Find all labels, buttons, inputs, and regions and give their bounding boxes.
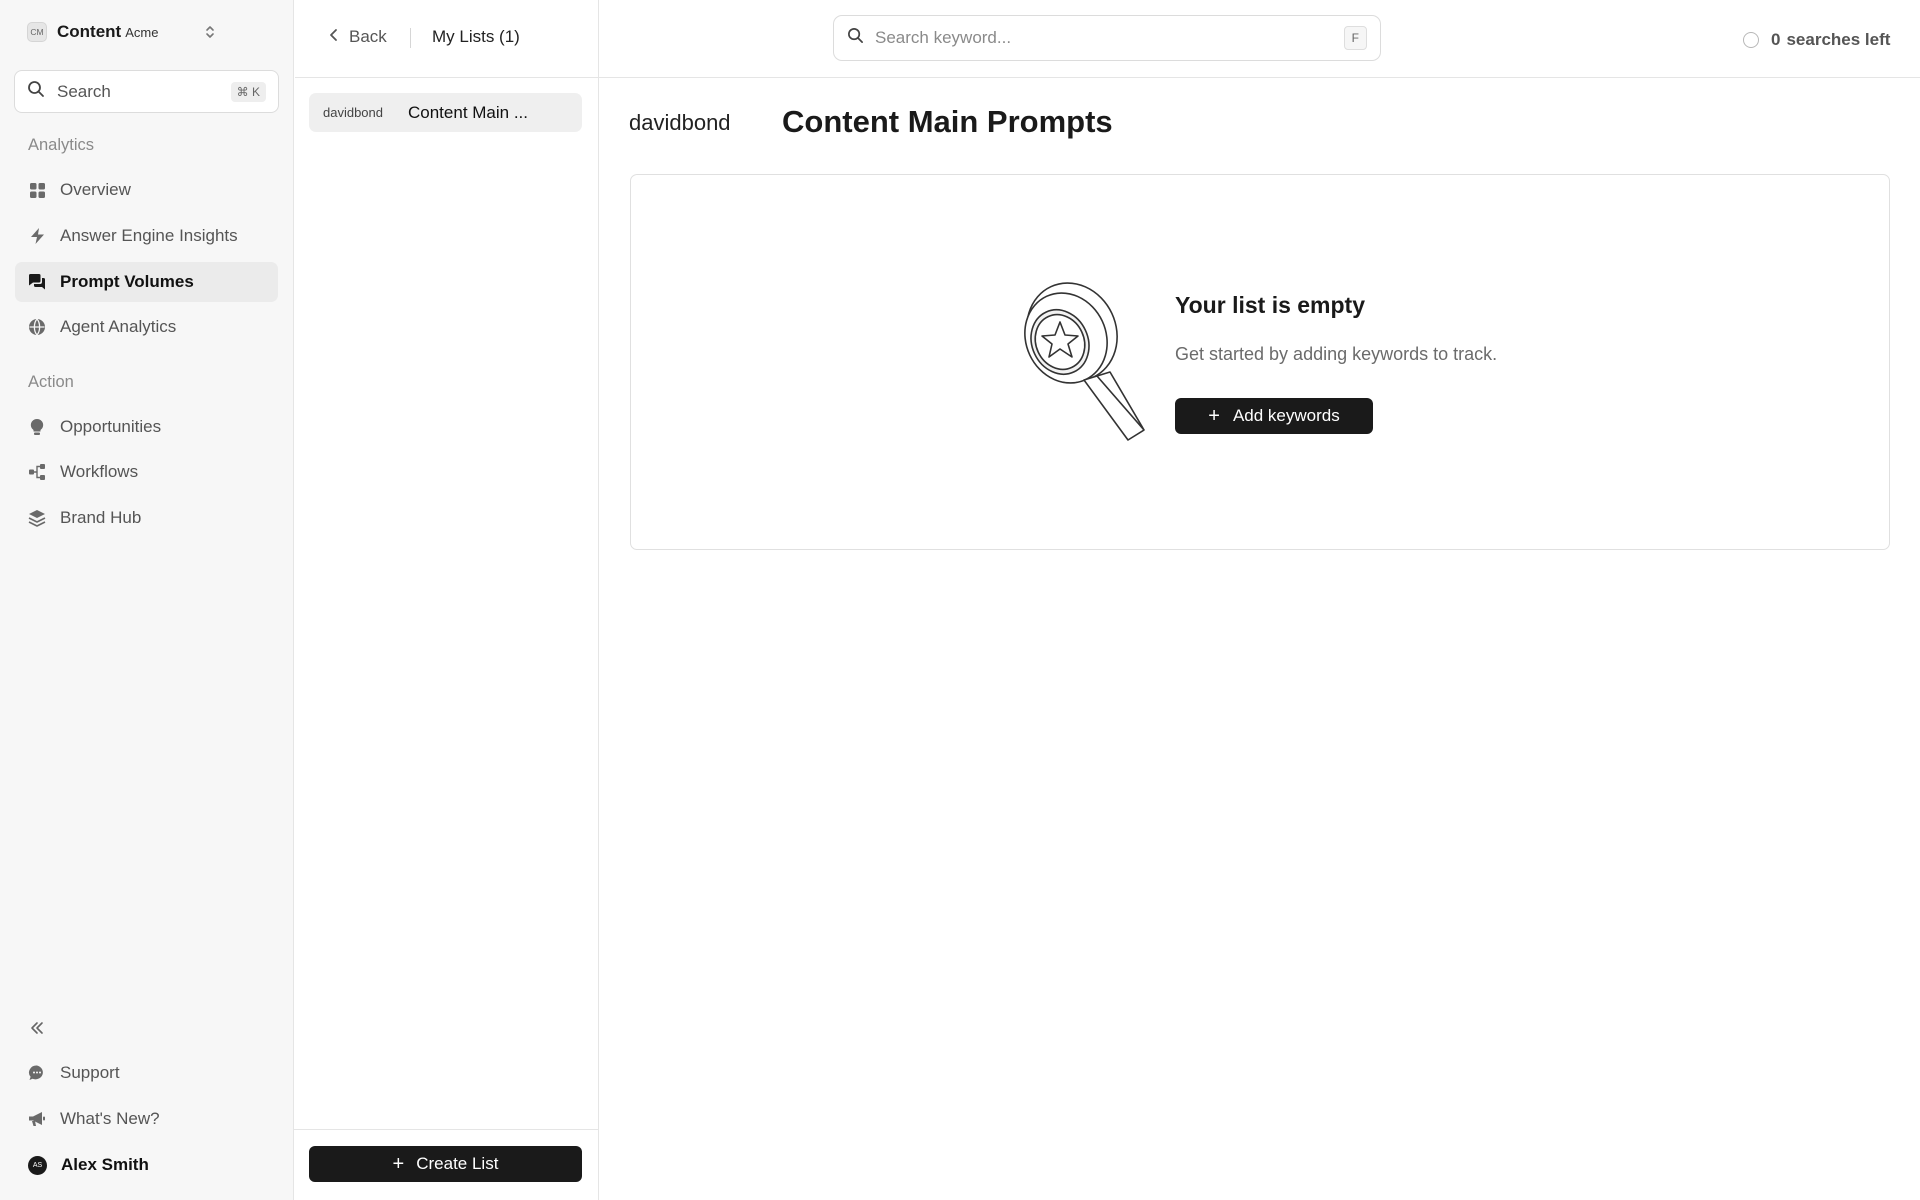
breadcrumb-divider xyxy=(410,28,411,48)
sidebar-item-overview[interactable]: Overview xyxy=(15,170,278,210)
lightbulb-icon xyxy=(28,418,46,436)
plus-icon: + xyxy=(1208,405,1220,427)
search-icon xyxy=(27,80,45,103)
list-owner-heading: davidbond xyxy=(629,110,731,135)
sidebar-item-support[interactable]: Support xyxy=(15,1053,278,1093)
keyword-search-shortcut: F xyxy=(1343,26,1367,50)
list-item[interactable]: davidbond Content Main ... xyxy=(309,93,582,132)
sidebar-item-brand-hub[interactable]: Brand Hub xyxy=(15,498,278,538)
sidebar-item-label: Overview xyxy=(60,180,131,199)
chat-icon xyxy=(28,1064,46,1082)
workspace-name: Content xyxy=(57,22,122,41)
add-keywords-label: Add keywords xyxy=(1232,406,1340,425)
list-name: Content Main ... xyxy=(408,102,529,122)
sidebar-item-agent-analytics[interactable]: Agent Analytics xyxy=(15,307,278,347)
sidebar-item-whats-new[interactable]: What's New? xyxy=(15,1099,278,1139)
sidebar-item-label: Opportunities xyxy=(60,417,162,436)
lightning-icon xyxy=(28,227,46,245)
chevrons-left-icon xyxy=(28,1019,46,1037)
page-title: My Lists (1) xyxy=(432,27,520,46)
empty-state-subtitle: Get started by adding keywords to track. xyxy=(1175,344,1498,364)
list-title: Content Main Prompts xyxy=(782,104,1113,139)
megaphone-icon xyxy=(28,1110,46,1128)
avatar: AS xyxy=(28,1155,47,1175)
sidebar: CM Content Acme Search ⌘ K Analytics Ove… xyxy=(0,0,294,1200)
sidebar-item-label: Support xyxy=(60,1063,120,1082)
add-keywords-button[interactable]: + Add keywords xyxy=(1175,398,1373,434)
user-menu[interactable]: AS Alex Smith xyxy=(15,1145,278,1185)
keyword-search-input[interactable] xyxy=(875,28,1315,48)
sidebar-search-label: Search xyxy=(57,81,111,101)
quota-ring-icon xyxy=(1743,32,1759,48)
chat-bubbles-icon xyxy=(28,273,46,291)
workspace-switcher[interactable]: CM Content Acme xyxy=(27,22,217,42)
section-label-analytics: Analytics xyxy=(28,136,95,154)
sidebar-item-opportunities[interactable]: Opportunities xyxy=(15,407,278,447)
create-list-button[interactable]: + Create List xyxy=(309,1146,582,1182)
header-divider xyxy=(295,77,1920,78)
keyword-search[interactable]: F xyxy=(833,15,1381,61)
collapse-sidebar-button[interactable] xyxy=(15,1008,278,1048)
workspace-org: Acme xyxy=(125,24,159,40)
searches-left-count: 0 xyxy=(1771,30,1781,49)
grid-icon xyxy=(28,181,46,199)
user-name: Alex Smith xyxy=(61,1155,149,1174)
sidebar-item-workflows[interactable]: Workflows xyxy=(15,452,278,492)
sidebar-search[interactable]: Search ⌘ K xyxy=(14,70,279,113)
workflow-icon xyxy=(28,463,46,481)
chevron-up-down-icon[interactable] xyxy=(203,22,217,42)
search-icon xyxy=(847,27,864,49)
magnifier-star-illustration xyxy=(1022,280,1152,451)
create-list-label: Create List xyxy=(416,1154,499,1173)
sidebar-item-label: Workflows xyxy=(60,462,139,481)
layers-icon xyxy=(28,509,46,527)
searches-left-label: searches left xyxy=(1786,30,1891,49)
lists-panel: davidbond Content Main ... + Create List xyxy=(294,0,599,1200)
sidebar-item-answer-engine-insights[interactable]: Answer Engine Insights xyxy=(15,216,278,256)
section-label-action: Action xyxy=(28,373,74,391)
sidebar-item-label: Agent Analytics xyxy=(60,317,177,336)
sidebar-item-label: What's New? xyxy=(60,1109,160,1128)
chevron-left-icon xyxy=(329,27,339,47)
create-list-footer: + Create List xyxy=(294,1129,598,1200)
back-button[interactable]: Back xyxy=(329,27,387,47)
plus-icon: + xyxy=(392,1153,405,1175)
empty-state-title: Your list is empty xyxy=(1175,292,1366,318)
sidebar-item-label: Prompt Volumes xyxy=(60,272,194,291)
globe-icon xyxy=(28,318,46,336)
search-shortcut: ⌘ K xyxy=(230,81,266,102)
back-label: Back xyxy=(349,27,387,46)
sidebar-item-label: Answer Engine Insights xyxy=(60,226,238,245)
workspace-badge: CM xyxy=(27,22,47,42)
sidebar-item-prompt-volumes[interactable]: Prompt Volumes xyxy=(15,262,278,302)
list-owner: davidbond xyxy=(323,105,383,120)
searches-left: 0 searches left xyxy=(1743,30,1890,50)
sidebar-item-label: Brand Hub xyxy=(60,508,142,527)
